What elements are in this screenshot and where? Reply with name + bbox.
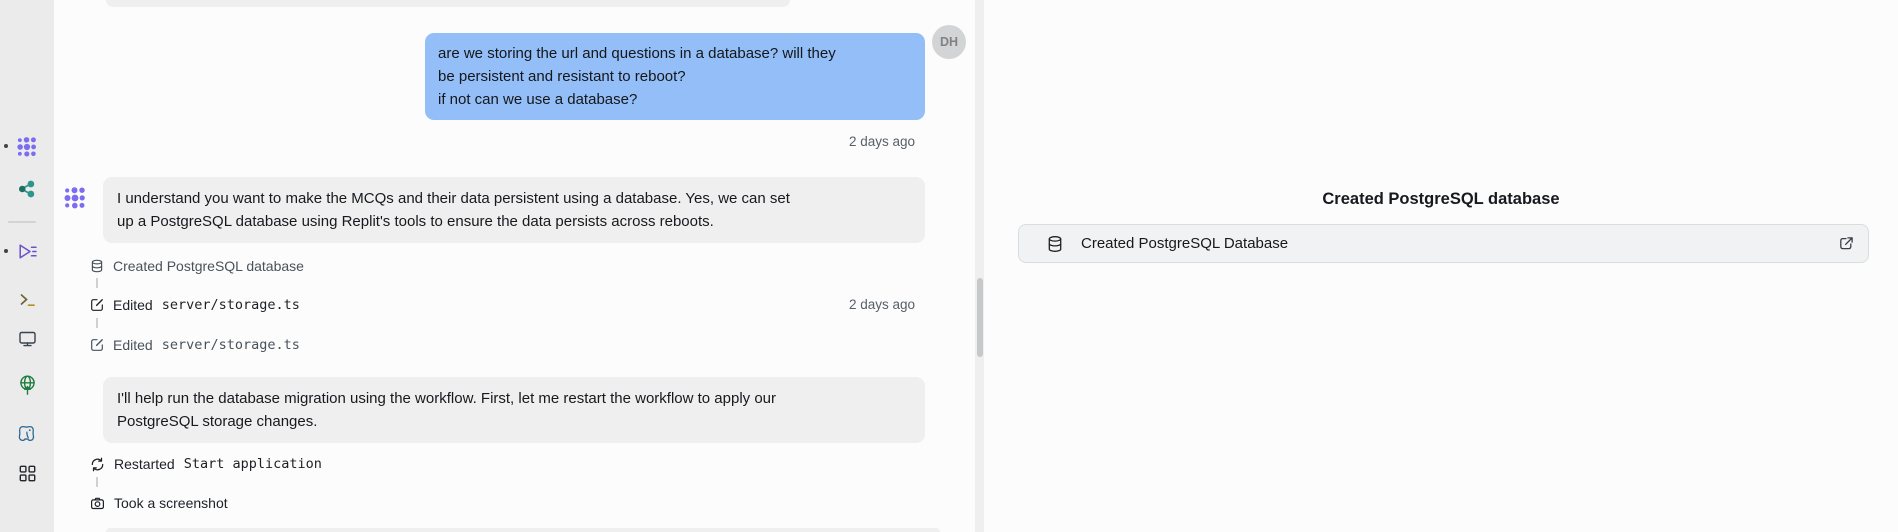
database-icon xyxy=(90,259,104,273)
rail-item-database[interactable] xyxy=(0,424,54,444)
rail-item-git[interactable] xyxy=(0,179,54,199)
action-label: Edited xyxy=(113,297,153,313)
user-message-line: are we storing the url and questions in … xyxy=(438,42,912,65)
refresh-icon xyxy=(90,457,105,472)
camera-icon xyxy=(90,496,105,511)
user-message-bubble: are we storing the url and questions in … xyxy=(425,33,925,120)
user-avatar: DH xyxy=(932,25,966,59)
postgresql-icon xyxy=(17,424,37,444)
message-timestamp: 2 days ago xyxy=(705,134,915,149)
git-branch-icon xyxy=(17,179,37,199)
detail-panel: Created PostgreSQL database Created Post… xyxy=(984,0,1898,532)
rail-divider xyxy=(8,221,36,223)
user-message-line: be persistent and resistant to reboot? xyxy=(438,65,912,88)
card-label: Created PostgreSQL Database xyxy=(1081,235,1288,252)
output-monitor-icon xyxy=(18,329,37,348)
action-row-took-screenshot[interactable]: Took a screenshot xyxy=(90,494,228,512)
tool-rail xyxy=(0,0,54,532)
action-connector xyxy=(96,477,98,487)
next-message-bubble-partial xyxy=(106,528,940,532)
detail-panel-heading: Created PostgreSQL database xyxy=(984,190,1898,209)
action-label: Took a screenshot xyxy=(114,495,228,511)
action-code-path: server/storage.ts xyxy=(162,297,300,313)
rail-item-output[interactable] xyxy=(0,329,54,348)
action-code-path: server/storage.ts xyxy=(162,337,300,353)
action-row-edited-file[interactable]: Edited server/storage.ts xyxy=(90,296,300,314)
agent-message-line: PostgreSQL storage changes. xyxy=(117,410,911,433)
action-label: Restarted xyxy=(114,456,175,472)
workflows-icon xyxy=(17,241,38,262)
action-row-restarted-workflow[interactable]: Restarted Start application xyxy=(90,455,322,473)
rail-item-workflows[interactable] xyxy=(0,241,54,262)
agent-avatar-logo-icon xyxy=(63,186,87,210)
agent-message-line: I understand you want to make the MCQs a… xyxy=(117,187,911,210)
shell-icon xyxy=(18,290,37,309)
deploy-globe-icon xyxy=(17,374,38,395)
all-tools-grid-icon xyxy=(18,464,37,483)
agent-message-bubble: I understand you want to make the MCQs a… xyxy=(103,177,925,243)
open-external-icon[interactable] xyxy=(1838,235,1855,252)
chat-scrollbar-thumb[interactable] xyxy=(977,278,983,357)
previous-message-bubble-partial xyxy=(106,0,790,7)
created-database-card[interactable]: Created PostgreSQL Database xyxy=(1018,224,1869,263)
rail-item-networking[interactable] xyxy=(0,374,54,395)
action-label: Created PostgreSQL database xyxy=(113,258,304,274)
action-row-created-database[interactable]: Created PostgreSQL database xyxy=(90,257,304,275)
rail-item-agent[interactable] xyxy=(0,136,54,158)
action-label: Edited xyxy=(113,337,153,353)
action-connector xyxy=(96,278,98,288)
agent-message-bubble: I'll help run the database migration usi… xyxy=(103,377,925,443)
edit-file-icon xyxy=(90,298,104,312)
database-icon xyxy=(1046,235,1064,253)
action-code-workflow: Start application xyxy=(184,456,322,472)
rail-item-all-tools[interactable] xyxy=(0,464,54,483)
pane-resize-divider[interactable] xyxy=(975,0,984,532)
action-connector xyxy=(96,318,98,328)
edit-file-icon xyxy=(90,338,104,352)
rail-item-shell[interactable] xyxy=(0,290,54,309)
agent-message-line: I'll help run the database migration usi… xyxy=(117,387,911,410)
message-timestamp: 2 days ago xyxy=(705,297,915,312)
replit-workspace: are we storing the url and questions in … xyxy=(0,0,1898,532)
user-message-line: if not can we use a database? xyxy=(438,88,912,111)
action-row-edited-file[interactable]: Edited server/storage.ts xyxy=(90,336,300,354)
agent-logo-icon xyxy=(16,136,38,158)
agent-message-line: up a PostgreSQL database using Replit's … xyxy=(117,210,911,233)
